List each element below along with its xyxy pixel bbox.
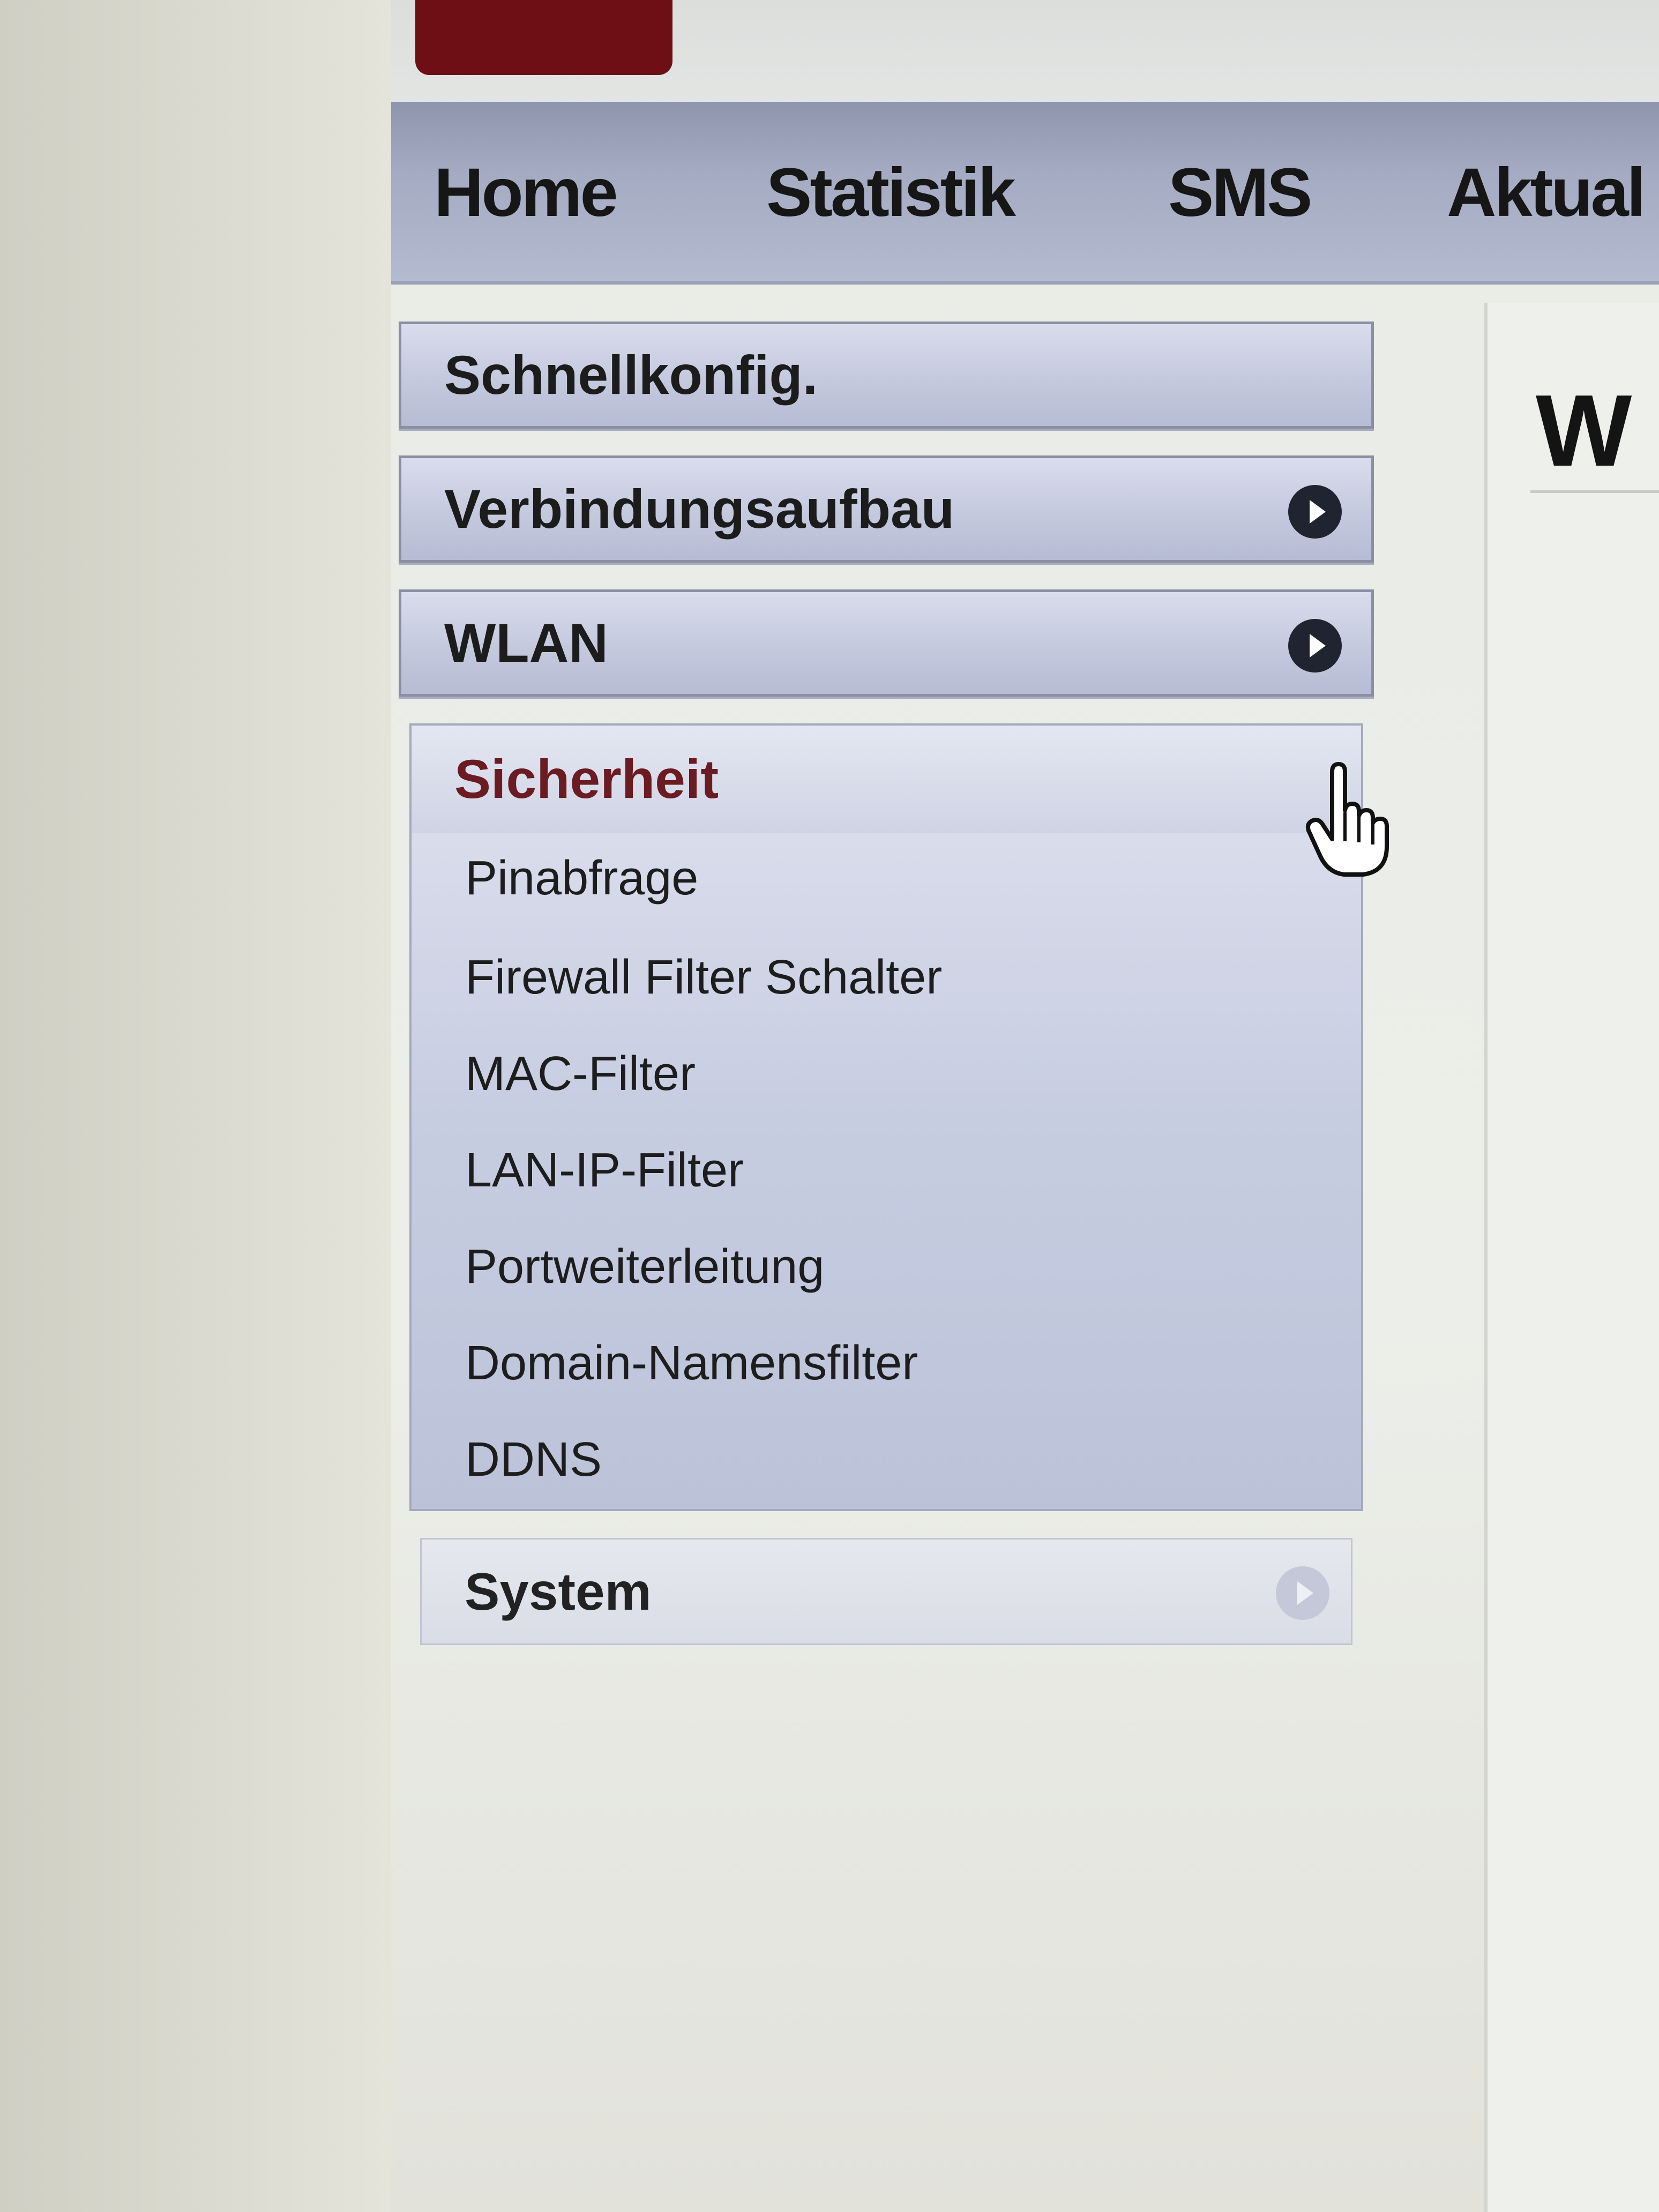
sidebar-section-sicherheit: Sicherheit Pinabfrage Firewall Filter Sc… <box>409 723 1363 1511</box>
sidebar-item-schnellkonfig[interactable]: Schnellkonfig. <box>399 322 1374 429</box>
nav-item-home[interactable]: Home <box>434 150 618 236</box>
nav-item-sms[interactable]: SMS <box>1168 150 1312 236</box>
sidebar-item-verbindungsaufbau[interactable]: Verbindungsaufbau <box>399 455 1374 563</box>
content-divider <box>1530 490 1659 493</box>
submenu-item-lan-ip-filter[interactable]: LAN-IP-Filter <box>465 1125 744 1216</box>
submenu-item-firewall-filter-schalter[interactable]: Firewall Filter Schalter <box>465 932 942 1023</box>
top-navigation: Home Statistik SMS Aktual <box>391 102 1659 285</box>
nav-item-aktualisierung[interactable]: Aktual <box>1447 150 1646 236</box>
screen-bezel-area <box>0 0 391 2212</box>
submenu-item-domain-namensfilter[interactable]: Domain-Namensfilter <box>465 1318 918 1409</box>
submenu-item-mac-filter[interactable]: MAC-Filter <box>465 1028 696 1119</box>
content-panel: W <box>1484 303 1659 2212</box>
sidebar-item-sicherheit[interactable]: Sicherheit <box>412 726 1361 833</box>
sidebar-item-label: Sicherheit <box>454 749 719 810</box>
sidebar-item-label: System <box>465 1562 652 1621</box>
chevron-right-icon[interactable] <box>1288 619 1342 672</box>
chevron-right-icon[interactable] <box>1288 485 1342 539</box>
sidebar-item-label: Verbindungsaufbau <box>444 479 955 540</box>
submenu-item-ddns[interactable]: DDNS <box>465 1414 602 1505</box>
hand-pointer-icon <box>1305 762 1389 877</box>
content-title: W <box>1536 374 1632 488</box>
sidebar-item-label: Schnellkonfig. <box>444 345 818 406</box>
sidebar-item-label: WLAN <box>444 612 608 674</box>
submenu-item-pinabfrage[interactable]: Pinabfrage <box>465 833 698 924</box>
router-web-interface: Home Statistik SMS Aktual W Schnellkonfi… <box>391 0 1659 2212</box>
chevron-right-icon[interactable] <box>1276 1566 1329 1620</box>
submenu-item-portweiterleitung[interactable]: Portweiterleitung <box>465 1221 824 1312</box>
sidebar-item-system[interactable]: System <box>420 1538 1352 1645</box>
sidebar-item-wlan[interactable]: WLAN <box>399 589 1374 697</box>
brand-logo <box>415 0 672 75</box>
header <box>391 0 1659 102</box>
nav-item-statistik[interactable]: Statistik <box>766 150 1016 236</box>
